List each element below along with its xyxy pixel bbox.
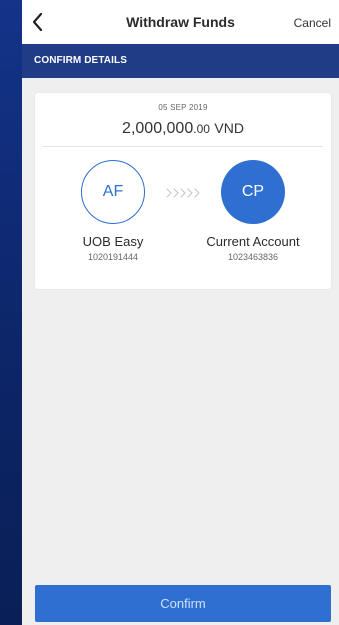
from-account-number: 1020191444 (87, 252, 139, 262)
cancel-button[interactable]: Cancel (294, 16, 331, 30)
to-account-number: 1023463836 (227, 252, 279, 262)
from-account-avatar: AF (81, 160, 145, 224)
amount-value: 2,000,000 (122, 120, 194, 137)
back-button[interactable] (28, 10, 50, 34)
to-account-avatar: CP (221, 160, 285, 224)
to-account-initials: CP (241, 183, 265, 200)
page-title: Withdraw Funds (126, 14, 235, 30)
amount-currency: VND (214, 120, 244, 136)
amount-decimal: .00 (193, 122, 210, 136)
divider (43, 146, 323, 147)
to-account-name: Current Account (206, 234, 300, 249)
from-account-name: UOB Easy (82, 234, 144, 249)
from-account-initials: AF (102, 183, 124, 200)
confirm-button[interactable]: Confirm (35, 585, 331, 622)
from-account: AF UOB Easy 1020191444 (58, 160, 168, 262)
chevron-left-icon (32, 12, 43, 32)
left-edge-background (0, 0, 22, 625)
section-header: CONFIRM DETAILS (22, 44, 339, 78)
transfer-amount: 2,000,000.00 VND (35, 120, 331, 138)
section-title: CONFIRM DETAILS (34, 55, 127, 66)
withdraw-funds-screen: Withdraw Funds Cancel CONFIRM DETAILS 05… (22, 0, 339, 625)
top-bar: Withdraw Funds Cancel (22, 0, 339, 44)
to-account: CP Current Account 1023463836 (198, 160, 308, 262)
chevron-right-arrows-icon (166, 188, 200, 198)
transfer-details-card: 05 SEP 2019 2,000,000.00 VND AF UOB Easy… (35, 93, 331, 289)
transaction-date: 05 SEP 2019 (158, 103, 208, 112)
